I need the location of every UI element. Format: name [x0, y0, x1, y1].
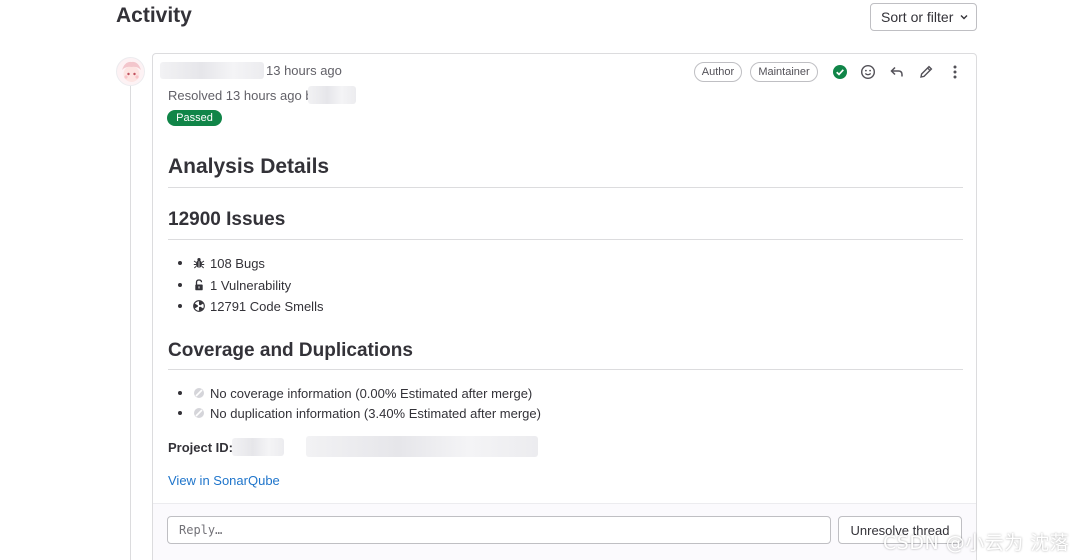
activity-title: Activity — [116, 4, 192, 27]
view-in-sonarqube-link[interactable]: View in SonarQube — [168, 473, 280, 488]
vulnerability-count-text: 1 Vulnerability — [210, 277, 292, 293]
code-smell-icon — [193, 300, 205, 312]
list-item: No duplication information (3.40% Estima… — [178, 404, 541, 422]
bullet — [178, 411, 182, 415]
edit-icon[interactable] — [917, 63, 935, 81]
author-badge: Author — [694, 62, 742, 82]
divider — [168, 369, 963, 370]
no-data-icon — [193, 407, 205, 419]
bullet — [178, 304, 182, 308]
chevron-down-icon — [960, 15, 968, 20]
analysis-details-heading: Analysis Details — [168, 155, 330, 178]
avatar-image — [117, 58, 144, 85]
watermark: CSDN @小云为 沈落 — [883, 532, 1070, 554]
redacted-project-id — [232, 438, 284, 456]
redacted-resolver-name — [308, 86, 356, 104]
status-badge: Passed — [167, 110, 222, 126]
divider — [168, 239, 963, 240]
coverage-heading: Coverage and Duplications — [168, 340, 413, 361]
list-item: No coverage information (0.00% Estimated… — [178, 384, 532, 402]
note-timestamp[interactable]: 13 hours ago — [266, 63, 342, 78]
bugs-count-text: 108 Bugs — [210, 255, 265, 271]
divider — [168, 187, 963, 188]
issues-heading: 12900 Issues — [168, 209, 286, 230]
emoji-icon[interactable] — [859, 63, 877, 81]
bullet — [178, 261, 182, 265]
bullet — [178, 391, 182, 395]
list-item: 108 Bugs — [178, 254, 265, 272]
list-item: 12791 Code Smells — [178, 297, 323, 315]
avatar[interactable] — [116, 57, 145, 86]
project-id-label: Project ID: — [168, 440, 234, 455]
redacted-project-id — [306, 436, 538, 457]
resolve-thread-icon[interactable] — [831, 63, 849, 81]
maintainer-badge: Maintainer — [750, 62, 818, 82]
no-data-icon — [193, 387, 205, 399]
bug-icon — [193, 257, 205, 269]
more-actions-icon[interactable] — [946, 63, 964, 81]
sort-or-filter-button[interactable]: Sort or filter — [870, 3, 977, 31]
list-item: 1 Vulnerability — [178, 276, 291, 294]
reply-icon[interactable] — [888, 63, 906, 81]
unlock-icon — [193, 279, 205, 291]
reply-input[interactable] — [167, 516, 831, 544]
sort-label: Sort or filter — [881, 9, 954, 25]
duplication-info-text: No duplication information (3.40% Estima… — [210, 405, 541, 421]
coverage-info-text: No coverage information (0.00% Estimated… — [210, 385, 533, 401]
bullet — [178, 283, 182, 287]
thread-timeline — [130, 86, 131, 560]
resolved-status-text: Resolved 13 hours ago b — [168, 88, 313, 103]
redacted-author-name — [160, 62, 264, 79]
code-smells-count-text: 12791 Code Smells — [210, 298, 324, 314]
